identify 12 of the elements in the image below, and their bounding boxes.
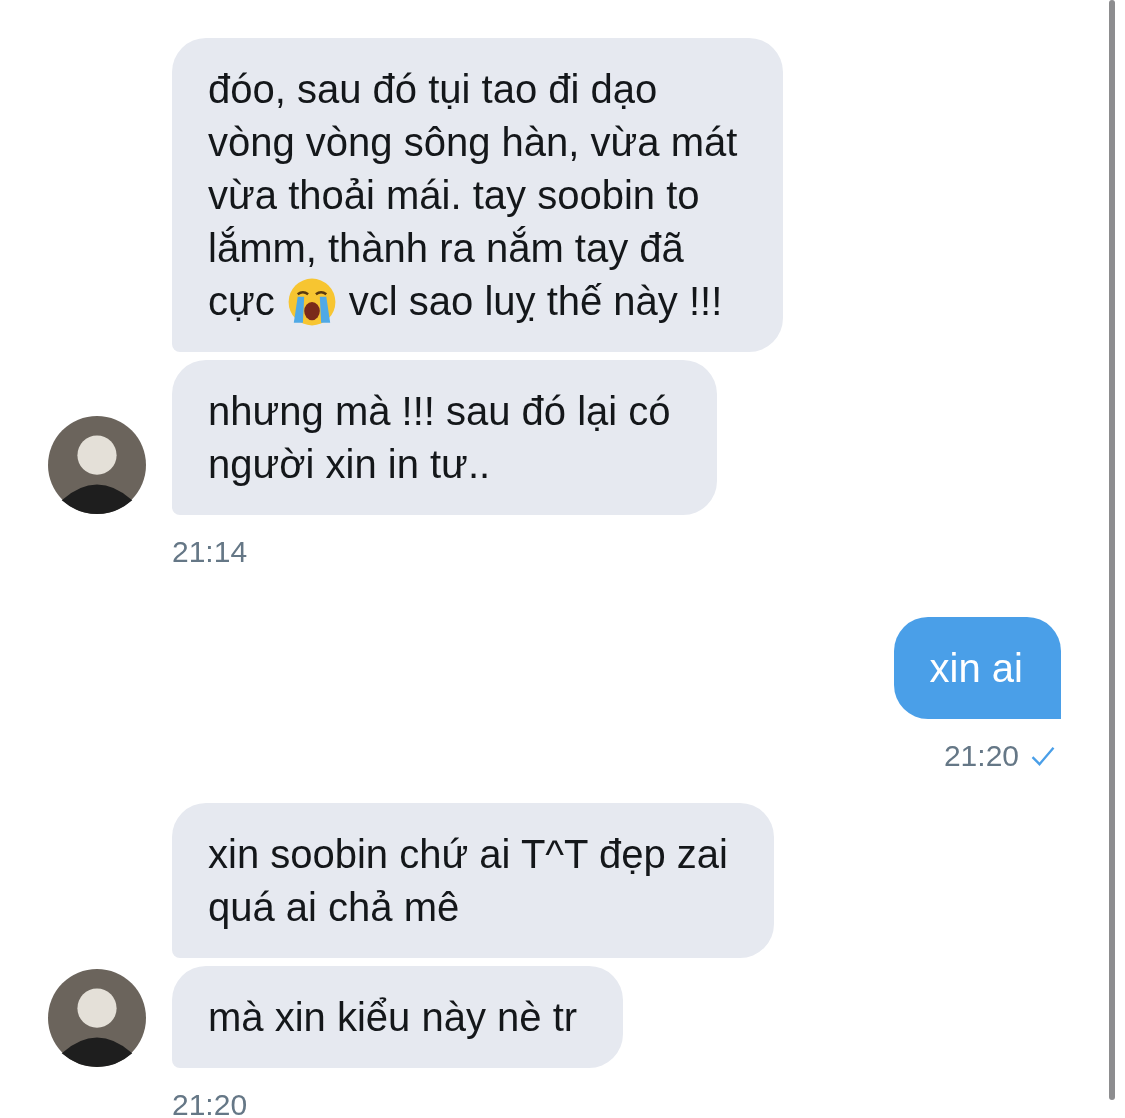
timestamp: 21:20: [943, 739, 1019, 773]
message-text: xin ai: [929, 645, 1023, 692]
avatar[interactable]: [48, 416, 146, 514]
message-text: xin soobin chứ ai T^T đẹp zai quá ai chả mê: [208, 831, 728, 931]
timestamp: 21:20: [172, 1088, 248, 1118]
message-text: vcl sao luỵ thế này !!!: [348, 278, 723, 325]
message-text: mà xin kiểu này nè tr: [208, 994, 578, 1041]
message-text: nhưng mà !!! sau đó lại có người xin in tư..: [208, 388, 671, 488]
timestamp: 21:14: [172, 535, 248, 569]
message-text: cực: [208, 278, 275, 325]
scrollbar[interactable]: [1109, 0, 1115, 1100]
avatar[interactable]: [48, 969, 146, 1067]
